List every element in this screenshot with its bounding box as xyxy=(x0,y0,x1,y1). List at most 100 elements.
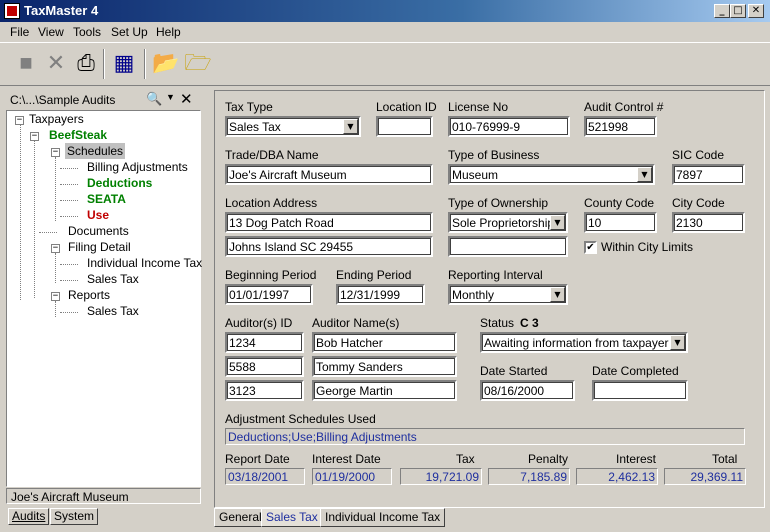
toolbar: ■ ✕ ⎙ ▦ 📂 🗁 xyxy=(0,42,770,86)
collapse-icon[interactable]: − xyxy=(30,132,39,141)
menu-view[interactable]: View xyxy=(38,25,64,39)
tax-type-select[interactable]: Sales Tax ▼ xyxy=(225,116,361,137)
ending-period-label: Ending Period xyxy=(336,268,412,282)
date-completed-label: Date Completed xyxy=(592,364,679,378)
chevron-down-icon[interactable]: ▼ xyxy=(343,119,358,134)
interest-date-label: Interest Date xyxy=(312,452,381,466)
print-icon[interactable]: ⎙ xyxy=(72,49,100,77)
new-folder-icon[interactable]: 🗁 xyxy=(184,49,212,77)
reporting-interval-value: Monthly xyxy=(452,288,495,302)
trade-name-input[interactable]: Joe's Aircraft Museum xyxy=(225,164,433,185)
spreadsheet-icon[interactable]: ▦ xyxy=(110,49,138,77)
tax-type-label: Tax Type xyxy=(225,100,273,114)
status-code: C 3 xyxy=(520,316,539,330)
business-type-label: Type of Business xyxy=(448,148,540,162)
menu-help[interactable]: Help xyxy=(156,25,181,39)
title-bar: TaxMaster 4 _ □ ✕ xyxy=(0,0,770,22)
tax-label: Tax xyxy=(456,452,475,466)
audit-control-input[interactable]: 521998 xyxy=(584,116,657,137)
trade-name-label: Trade/DBA Name xyxy=(225,148,319,162)
beginning-period-input[interactable]: 01/01/1997 xyxy=(225,284,313,305)
tree-node-taxpayers[interactable]: Taxpayers xyxy=(29,112,84,126)
reporting-interval-select[interactable]: Monthly ▼ xyxy=(448,284,568,305)
tab-system[interactable]: System xyxy=(50,508,99,525)
business-type-value: Museum xyxy=(452,168,499,182)
collapse-icon[interactable]: − xyxy=(15,116,24,125)
tree-node-reports-sales-tax[interactable]: Sales Tax xyxy=(87,304,139,318)
tab-general[interactable]: General xyxy=(214,508,267,527)
chevron-down-icon[interactable]: ▼ xyxy=(637,167,652,182)
status-value: Awaiting information from taxpayer xyxy=(484,336,669,350)
date-started-input[interactable]: 08/16/2000 xyxy=(480,380,575,401)
close-panel-icon[interactable]: ✕ xyxy=(180,90,193,108)
sidebar-status: Joe's Aircraft Museum xyxy=(6,488,201,504)
city-code-input[interactable]: 2130 xyxy=(672,212,745,233)
search-icon[interactable]: 🔍 xyxy=(146,91,162,107)
menu-setup[interactable]: Set Up xyxy=(111,25,148,39)
app-icon[interactable] xyxy=(4,3,20,19)
tab-sales-tax[interactable]: Sales Tax xyxy=(261,508,323,527)
status-select[interactable]: Awaiting information from taxpayer ▼ xyxy=(480,332,688,353)
chevron-down-icon[interactable]: ▼ xyxy=(166,92,175,102)
close-button[interactable]: ✕ xyxy=(748,4,764,18)
sidebar-header: C:\...\Sample Audits 🔍 ▼ ✕ xyxy=(4,90,204,110)
auditor-name-input[interactable]: George Martin xyxy=(312,380,457,401)
auditor-name-input[interactable]: Tommy Sanders xyxy=(312,356,457,377)
collapse-icon[interactable]: − xyxy=(51,148,60,157)
delete-icon[interactable]: ✕ xyxy=(42,49,70,77)
auditor-id-label: Auditor(s) ID xyxy=(225,316,293,330)
address-line2-input[interactable]: Johns Island SC 29455 xyxy=(225,236,433,257)
city-limits-checkbox[interactable]: ✔ xyxy=(584,241,597,254)
business-type-select[interactable]: Museum ▼ xyxy=(448,164,655,185)
minimize-button[interactable]: _ xyxy=(714,4,730,18)
sic-code-input[interactable]: 7897 xyxy=(672,164,745,185)
collapse-icon[interactable]: − xyxy=(51,292,60,301)
tree-node-deductions[interactable]: Deductions xyxy=(87,176,152,190)
auditor-id-input[interactable]: 1234 xyxy=(225,332,304,353)
ownership-select[interactable]: Sole Proprietorship ▼ xyxy=(448,212,568,233)
open-folder-icon[interactable]: 📂 xyxy=(152,49,180,77)
menu-file[interactable]: File xyxy=(10,25,29,39)
toolbar-separator xyxy=(103,49,105,79)
tab-audits[interactable]: Audits xyxy=(8,508,50,525)
chevron-down-icon[interactable]: ▼ xyxy=(670,335,685,350)
menu-tools[interactable]: Tools xyxy=(73,25,101,39)
ownership-value: Sole Proprietorship xyxy=(452,216,555,230)
tax-value: 19,721.09 xyxy=(400,468,482,485)
license-no-input[interactable]: 010-76999-9 xyxy=(448,116,570,137)
new-record-icon[interactable]: ■ xyxy=(12,49,40,77)
chevron-down-icon[interactable]: ▼ xyxy=(550,287,565,302)
auditor-name-input[interactable]: Bob Hatcher xyxy=(312,332,457,353)
interest-value: 2,462.13 xyxy=(576,468,658,485)
county-code-input[interactable]: 10 xyxy=(584,212,657,233)
total-value: 29,369.11 xyxy=(664,468,746,485)
tree-node-individual-income-tax[interactable]: Individual Income Tax xyxy=(87,256,202,270)
ownership-extra-input[interactable] xyxy=(448,236,568,257)
auditor-id-input[interactable]: 3123 xyxy=(225,380,304,401)
penalty-label: Penalty xyxy=(528,452,569,466)
tree-node-documents[interactable]: Documents xyxy=(68,224,129,238)
location-id-input[interactable] xyxy=(376,116,433,137)
tree-node-schedules[interactable]: Schedules xyxy=(65,143,126,159)
tab-individual-income-tax[interactable]: Individual Income Tax xyxy=(320,508,446,527)
tree-node-billing-adjustments[interactable]: Billing Adjustments xyxy=(87,160,188,174)
date-started-label: Date Started xyxy=(480,364,548,378)
tree-node-sales-tax[interactable]: Sales Tax xyxy=(87,272,139,286)
tree-node-use[interactable]: Use xyxy=(87,208,109,222)
auditor-id-input[interactable]: 5588 xyxy=(225,356,304,377)
tree-node-reports[interactable]: Reports xyxy=(68,288,110,302)
collapse-icon[interactable]: − xyxy=(51,244,60,253)
audit-tree[interactable]: − Taxpayers − BeefSteak − Schedules Bill… xyxy=(6,110,202,487)
date-completed-input[interactable] xyxy=(592,380,688,401)
ending-period-input[interactable]: 12/31/1999 xyxy=(336,284,425,305)
toolbar-separator xyxy=(144,49,146,79)
tree-node-beefsteak[interactable]: BeefSteak xyxy=(49,128,107,142)
auditor-name-label: Auditor Name(s) xyxy=(312,316,400,330)
interest-label: Interest xyxy=(616,452,657,466)
reporting-interval-label: Reporting Interval xyxy=(448,268,543,282)
tree-node-seata[interactable]: SEATA xyxy=(87,192,126,206)
tree-node-filing-detail[interactable]: Filing Detail xyxy=(68,240,131,254)
address-line1-input[interactable]: 13 Dog Patch Road xyxy=(225,212,433,233)
chevron-down-icon[interactable]: ▼ xyxy=(550,215,565,230)
maximize-button[interactable]: □ xyxy=(730,4,746,18)
